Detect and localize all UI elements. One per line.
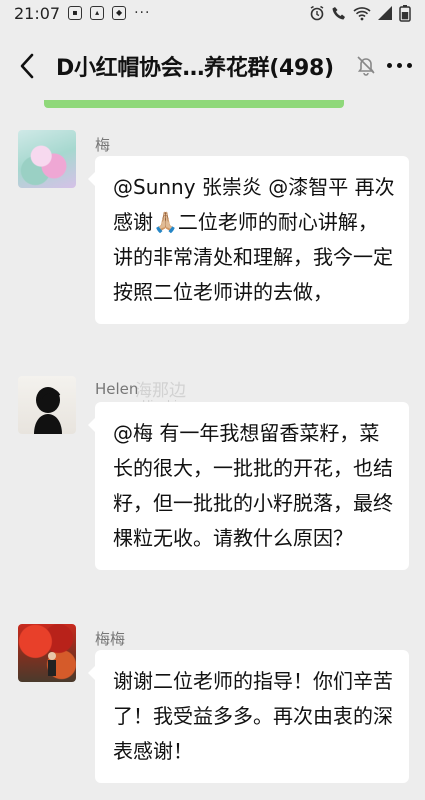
battery-icon [399,5,411,22]
mute-bell-icon [357,56,375,76]
avatar[interactable] [18,376,76,434]
wifi-icon [353,7,371,21]
gallery-icon: ▪ [68,6,83,20]
silhouette-portrait [34,387,62,434]
app-icon: ◆ [112,6,127,20]
sender-name: Helen [95,380,139,398]
image-icon: ▴ [90,6,105,20]
alarm-icon [310,5,324,21]
person-figure [48,652,56,676]
avatar[interactable] [18,130,76,188]
sender-name: 梅梅 [95,630,126,648]
chat-title: D小红帽协会…养花群(498) [56,56,334,81]
status-time: 21:07 [14,3,61,23]
message-bubble[interactable]: @Sunny 张崇炎 @漆智平 再次感谢🙏🏼二位老师的耐心讲解，讲的非常清处和理… [88,156,409,324]
dot-icon [406,62,412,68]
call-icon [332,7,345,20]
message-bubble[interactable]: 谢谢二位老师的指导！你们辛苦了！我受益多多。再次由衷的深表感谢！ [88,650,409,783]
signal-icon [378,6,392,20]
previous-message-bubble-edge [44,100,344,108]
chevron-left-icon [20,53,34,79]
avatar[interactable] [18,624,76,682]
message-bubble[interactable]: @梅 有一年我想留香菜籽，菜长的很大，一批批的开花，也结籽，但一批批的小籽脱落，… [88,402,409,570]
status-bar: 21:07 ▪ ▴ ◆ ··· [0,0,425,26]
chat-screen: 21:07 ▪ ▴ ◆ ··· D小红帽协会…养花群(498) 海那边 Hina… [0,0,425,800]
sender-name: 梅 [95,136,111,154]
more-notifications-icon: ··· [134,5,151,21]
more-options-button[interactable] [382,52,416,78]
dot-icon [386,62,392,68]
chat-header: D小红帽协会…养花群(498) [0,26,425,102]
dot-icon [396,62,402,68]
back-button[interactable] [14,52,40,80]
